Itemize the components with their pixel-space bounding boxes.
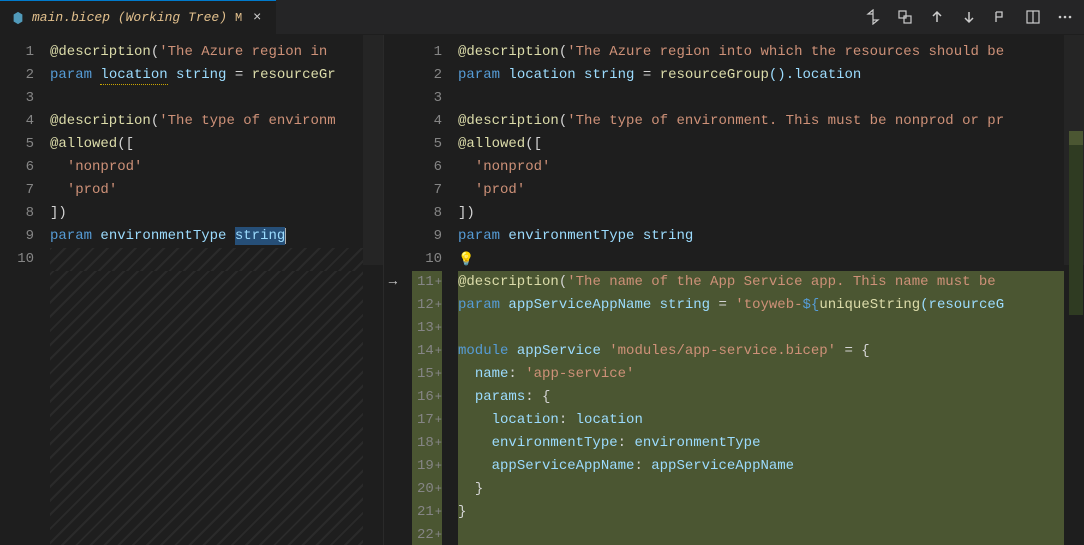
whitespace-icon[interactable] <box>992 8 1010 26</box>
code-line-added: location: location <box>458 409 1084 432</box>
swap-icon[interactable] <box>896 8 914 26</box>
down-arrow-icon[interactable] <box>960 8 978 26</box>
code-line-added <box>458 317 1084 340</box>
original-pane[interactable]: 1 2 3 4 5 6 7 8 9 10 @description('The A… <box>0 35 384 545</box>
line-number: 11+ <box>412 271 442 294</box>
code-line-added: } <box>458 501 1084 524</box>
code-line: 'prod' <box>50 179 383 202</box>
code-line: param environmentType string <box>50 225 383 248</box>
code-line: 'prod' <box>458 179 1084 202</box>
code-line: @description('The type of environm <box>50 110 383 133</box>
right-minimap[interactable] <box>1064 35 1084 545</box>
line-number: 4 <box>412 110 442 133</box>
code-line-added: environmentType: environmentType <box>458 432 1084 455</box>
line-number: 21+ <box>412 501 442 524</box>
line-number: 7 <box>412 179 442 202</box>
line-number: 16+ <box>412 386 442 409</box>
code-line-added: name: 'app-service' <box>458 363 1084 386</box>
tab-bar-left: main.bicep (Working Tree) M × <box>0 0 276 34</box>
code-line: ]) <box>458 202 1084 225</box>
code-line: param location string = resourceGr <box>50 64 383 87</box>
editor-toolbar <box>864 8 1084 26</box>
modified-pane[interactable]: → 1 2 3 4 5 6 7 8 9 10 11+ 12+ 13+ 14+ <box>384 35 1084 545</box>
code-line: @description('The Azure region into whic… <box>458 41 1084 64</box>
line-number: 22+ <box>412 524 442 545</box>
up-arrow-icon[interactable] <box>928 8 946 26</box>
code-line: @allowed([ <box>458 133 1084 156</box>
code-line: @description('The Azure region in <box>50 41 383 64</box>
line-number: 5 <box>412 133 442 156</box>
line-number: 14+ <box>412 340 442 363</box>
code-line: @description('The type of environment. T… <box>458 110 1084 133</box>
left-code: @description('The Azure region in param … <box>50 41 383 545</box>
line-number: 17+ <box>412 409 442 432</box>
line-number: 18+ <box>412 432 442 455</box>
code-line-added: } <box>458 478 1084 501</box>
line-number: 7 <box>0 179 34 202</box>
line-number: 10 <box>412 248 442 271</box>
tab-filename: main.bicep (Working Tree) <box>32 10 227 25</box>
code-line-added: @description('The name of the App Servic… <box>458 271 1084 294</box>
right-gutter: 1 2 3 4 5 6 7 8 9 10 11+ 12+ 13+ 14+ 15+… <box>402 41 458 545</box>
compare-icon[interactable] <box>864 8 882 26</box>
code-line-added: param appServiceAppName string = 'toyweb… <box>458 294 1084 317</box>
split-icon[interactable] <box>1024 8 1042 26</box>
line-number: 8 <box>0 202 34 225</box>
lightbulb-icon[interactable]: 💡 <box>458 252 474 267</box>
left-gutter: 1 2 3 4 5 6 7 8 9 10 <box>0 41 50 545</box>
code-line: @allowed([ <box>50 133 383 156</box>
code-line: param location string = resourceGroup().… <box>458 64 1084 87</box>
code-line <box>458 87 1084 110</box>
more-icon[interactable] <box>1056 8 1074 26</box>
line-number: 3 <box>412 87 442 110</box>
line-number: 4 <box>0 110 34 133</box>
tab-modified-status: M <box>235 11 242 25</box>
line-number: 2 <box>412 64 442 87</box>
file-tab[interactable]: main.bicep (Working Tree) M × <box>0 0 276 34</box>
line-number: 10 <box>0 248 34 271</box>
bicep-file-icon <box>10 10 26 26</box>
line-number: 2 <box>0 64 34 87</box>
code-line: 'nonprod' <box>458 156 1084 179</box>
line-number: 13+ <box>412 317 442 340</box>
deleted-region <box>50 271 383 545</box>
code-line-added: appServiceAppName: appServiceAppName <box>458 455 1084 478</box>
close-icon[interactable]: × <box>248 9 266 27</box>
line-number: 1 <box>0 41 34 64</box>
deleted-region <box>50 248 383 271</box>
code-line: param environmentType string <box>458 225 1084 248</box>
line-number: 9 <box>0 225 34 248</box>
left-minimap[interactable] <box>363 35 383 545</box>
code-line-added: module appService 'modules/app-service.b… <box>458 340 1084 363</box>
line-number: 9 <box>412 225 442 248</box>
right-code: @description('The Azure region into whic… <box>458 41 1084 545</box>
line-number: 6 <box>412 156 442 179</box>
line-number: 6 <box>0 156 34 179</box>
diff-arrow-icon: → <box>384 271 402 294</box>
code-line <box>50 87 383 110</box>
line-number: 1 <box>412 41 442 64</box>
line-number: 5 <box>0 133 34 156</box>
line-number: 3 <box>0 87 34 110</box>
line-number: 20+ <box>412 478 442 501</box>
code-line-lightbulb[interactable]: 💡 <box>458 248 1084 271</box>
arrow-gutter: → <box>384 41 402 545</box>
code-line: ]) <box>50 202 383 225</box>
code-line-added <box>458 524 1084 545</box>
code-line: 'nonprod' <box>50 156 383 179</box>
line-number: 15+ <box>412 363 442 386</box>
tab-bar: main.bicep (Working Tree) M × <box>0 0 1084 35</box>
line-number: 8 <box>412 202 442 225</box>
line-number: 12+ <box>412 294 442 317</box>
line-number: 19+ <box>412 455 442 478</box>
code-line-added: params: { <box>458 386 1084 409</box>
diff-editor: 1 2 3 4 5 6 7 8 9 10 @description('The A… <box>0 35 1084 545</box>
